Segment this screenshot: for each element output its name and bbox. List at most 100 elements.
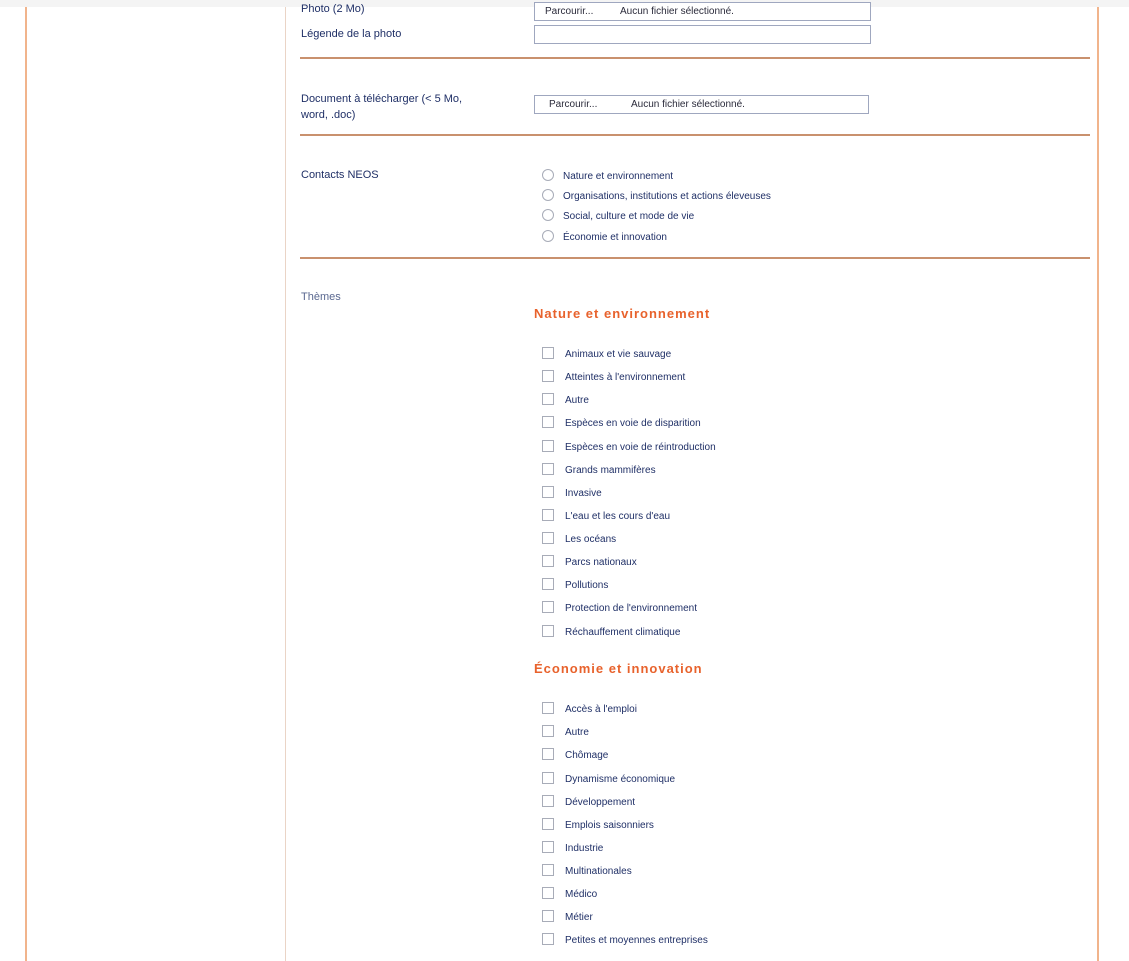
section-separator [300,57,1090,59]
theme-checkbox-row[interactable]: Protection de l'environnement [542,601,697,617]
theme-checkbox-row[interactable]: L'eau et les cours d'eau [542,509,670,525]
checkbox[interactable] [542,772,554,785]
radio-button[interactable] [542,189,554,202]
theme-checkbox-row[interactable]: Invasive [542,486,602,502]
theme-label: Réchauffement climatique [565,627,681,638]
theme-checkbox-row[interactable]: Autre [542,725,589,741]
theme-checkbox-row[interactable]: Espèces en voie de réintroduction [542,440,716,456]
theme-label: Multinationales [565,866,632,877]
document-label-line2: word, .doc) [301,109,356,121]
caption-input[interactable] [534,25,871,44]
photo-label: Photo (2 Mo) [301,3,365,15]
theme-label: Pollutions [565,580,609,591]
checkbox[interactable] [542,910,554,923]
checkbox[interactable] [542,347,554,360]
checkbox[interactable] [542,625,554,638]
radio-button[interactable] [542,209,554,222]
photo-browse-button[interactable]: Parcourir... [545,3,593,20]
theme-label: Espèces en voie de réintroduction [565,442,716,453]
checkbox[interactable] [542,702,554,715]
theme-label: Accès à l'emploi [565,704,637,715]
theme-label: Animaux et vie sauvage [565,349,672,360]
theme-label: Atteintes à l'environnement [565,372,686,383]
checkbox[interactable] [542,416,554,429]
theme-checkbox-row[interactable]: Accès à l'emploi [542,702,637,718]
checkbox[interactable] [542,578,554,591]
checkbox[interactable] [542,486,554,499]
document-no-file-text: Aucun fichier sélectionné. [631,99,745,110]
contact-option-label: Social, culture et mode de vie [563,211,695,222]
theme-checkbox-row[interactable]: Pollutions [542,578,608,594]
theme-label: Dynamisme économique [565,774,676,785]
theme-checkbox-row[interactable]: Grands mammifères [542,463,656,479]
contact-option[interactable]: Économie et innovation [542,230,667,246]
checkbox[interactable] [542,864,554,877]
document-file-input[interactable]: Parcourir... Aucun fichier sélectionné. [534,95,869,114]
contact-option[interactable]: Social, culture et mode de vie [542,209,694,225]
theme-label: Petites et moyennes entreprises [565,935,708,946]
theme-label: Métier [565,912,593,923]
theme-label: Les océans [565,534,617,545]
theme-checkbox-row[interactable]: Réchauffement climatique [542,625,680,641]
theme-label: Développement [565,797,636,808]
theme-label: Autre [565,727,589,738]
theme-checkbox-row[interactable]: Petites et moyennes entreprises [542,933,708,949]
radio-button[interactable] [542,169,554,182]
contact-option[interactable]: Nature et environnement [542,169,673,185]
theme-label: Autre [565,395,589,406]
checkbox[interactable] [542,725,554,738]
theme-heading-nature: Nature et environnement [534,306,711,321]
caption-label: Légende de la photo [301,28,402,40]
theme-label: Grands mammifères [565,465,656,476]
theme-label: Protection de l'environnement [565,603,697,614]
checkbox[interactable] [542,463,554,476]
theme-checkbox-row[interactable]: Multinationales [542,864,632,880]
checkbox[interactable] [542,601,554,614]
contact-option-label: Nature et environnement [563,171,674,182]
theme-label: Parcs nationaux [565,557,637,568]
theme-checkbox-row[interactable]: Autre [542,393,589,409]
theme-checkbox-row[interactable]: Parcs nationaux [542,555,637,571]
radio-button[interactable] [542,230,554,243]
contact-option-label: Organisations, institutions et actions é… [563,191,771,202]
checkbox[interactable] [542,393,554,406]
theme-checkbox-row[interactable]: Espèces en voie de disparition [542,416,701,432]
contact-option-label: Économie et innovation [563,232,667,243]
contacts-label: Contacts NEOS [301,169,379,181]
theme-checkbox-row[interactable]: Dynamisme économique [542,772,675,788]
checkbox[interactable] [542,795,554,808]
theme-checkbox-row[interactable]: Médico [542,887,597,903]
checkbox[interactable] [542,841,554,854]
theme-label: Emplois saisonniers [565,820,654,831]
checkbox[interactable] [542,440,554,453]
theme-checkbox-row[interactable]: Les océans [542,532,616,548]
section-separator [300,257,1090,259]
theme-checkbox-row[interactable]: Industrie [542,841,603,857]
contact-option[interactable]: Organisations, institutions et actions é… [542,189,771,205]
theme-checkbox-row[interactable]: Animaux et vie sauvage [542,347,671,363]
document-label-line1: Document à télécharger (< 5 Mo, [301,93,463,105]
document-browse-button[interactable]: Parcourir... [549,96,597,113]
checkbox[interactable] [542,887,554,900]
checkbox[interactable] [542,933,554,946]
theme-checkbox-row[interactable]: Chômage [542,748,608,764]
checkbox[interactable] [542,532,554,545]
checkbox[interactable] [542,555,554,568]
theme-checkbox-row[interactable]: Métier [542,910,593,926]
checkbox[interactable] [542,370,554,383]
column-divider [285,7,286,961]
theme-checkbox-row[interactable]: Atteintes à l'environnement [542,370,685,386]
photo-no-file-text: Aucun fichier sélectionné. [620,6,734,17]
themes-label: Thèmes [301,291,341,303]
checkbox[interactable] [542,509,554,522]
checkbox[interactable] [542,818,554,831]
theme-heading-economie: Économie et innovation [534,661,703,676]
theme-label: Médico [565,889,598,900]
theme-label: Chômage [565,750,609,761]
photo-file-input[interactable]: Parcourir... Aucun fichier sélectionné. [534,2,871,21]
checkbox[interactable] [542,748,554,761]
theme-checkbox-row[interactable]: Emplois saisonniers [542,818,654,834]
theme-checkbox-row[interactable]: Développement [542,795,635,811]
section-separator [300,134,1090,136]
theme-label: Invasive [565,488,602,499]
